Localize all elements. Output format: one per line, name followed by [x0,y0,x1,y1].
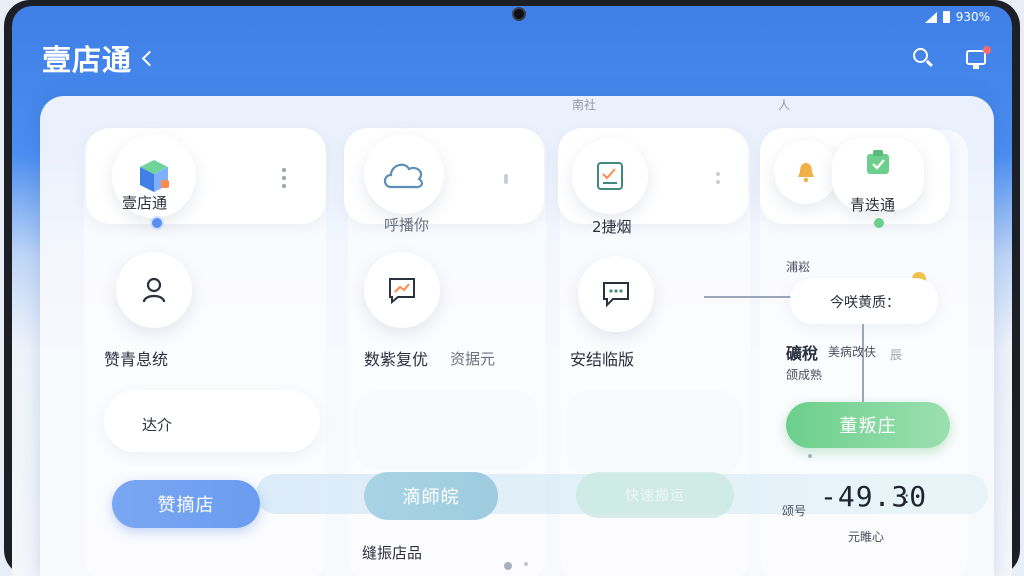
app-label-1: 壹店通 [122,194,168,212]
secondary-button[interactable]: 滴師皖 [364,472,498,520]
status-bar: 930% [924,10,990,24]
row-side-label: 美病改伕 [828,345,877,359]
placeholder-card-2 [354,390,538,470]
data-label: 数紫复优 [364,350,429,369]
profile-label: 赞青息统 [104,350,169,369]
app-label-3: 2捷烟 [592,218,632,236]
chevron-left-icon[interactable] [141,50,158,66]
sub-label: 颌成熟 [786,368,823,382]
green-action-button[interactable]: 董叛庄 [786,402,950,448]
message-icon[interactable] [964,46,991,70]
status-dot-icon [874,218,884,228]
signal-icon [924,11,937,23]
info-pill-label: 今咲黄质： [830,295,900,311]
tablet-frame: 930% 壹店通 南社 人 壹店通 赞青息统 达介 呼播你 数紫复优 资据元 缝… [4,0,1020,576]
checklist-icon [572,138,648,214]
notification-dot [983,46,991,54]
cloud-icon [364,134,444,214]
price-value: -49.30 [820,480,928,513]
camera-icon [512,7,526,21]
security-label: 安结临版 [570,350,635,369]
row-side-small: 辰 [890,348,903,362]
more-options-icon-2[interactable] [504,174,508,186]
screen: 930% 壹店通 南社 人 壹店通 赞青息统 达介 呼播你 数紫复优 资据元 缝… [12,6,1012,576]
verified-badge-icon [150,216,164,230]
price-suffix: : [904,488,910,507]
app-header: 壹店通 [42,36,991,80]
app-label-2: 呼播你 [384,216,430,234]
footer-label: 元睢心 [848,530,885,544]
search-pill-label: 达介 [142,416,173,434]
user-icon[interactable] [116,252,192,328]
price-label: 颂号 [782,504,807,518]
faint-heading-1: 南社 [572,98,597,112]
ghost-button[interactable]: 快速搬运 [576,472,734,518]
support-chat-icon[interactable] [578,256,654,332]
search-icon[interactable] [910,46,934,70]
row-title: 礦稅 [786,344,819,363]
battery-text: 930% [955,10,990,24]
battery-icon [942,11,950,23]
tag-label: 浦崧 [786,260,811,274]
store-product-label: 缝振店品 [362,544,423,562]
bell-icon[interactable] [774,140,838,204]
connector-line [704,296,796,298]
more-options-icon-3[interactable] [716,172,720,188]
app-title: 壹店通 [42,43,133,77]
connector-line-vertical [862,324,864,402]
more-options-icon[interactable] [282,168,286,192]
app-label-4: 青迭通 [850,196,896,214]
placeholder-card-3 [566,390,742,476]
data-side-label: 资据元 [450,350,496,368]
primary-store-button[interactable]: 赞摘店 [112,480,260,528]
chart-message-icon[interactable] [364,252,440,328]
search-pill[interactable] [104,390,320,452]
pager-dot[interactable] [524,562,528,566]
small-dot [808,454,812,458]
pager-dot-active[interactable] [504,562,512,570]
faint-heading-2: 人 [778,98,791,112]
